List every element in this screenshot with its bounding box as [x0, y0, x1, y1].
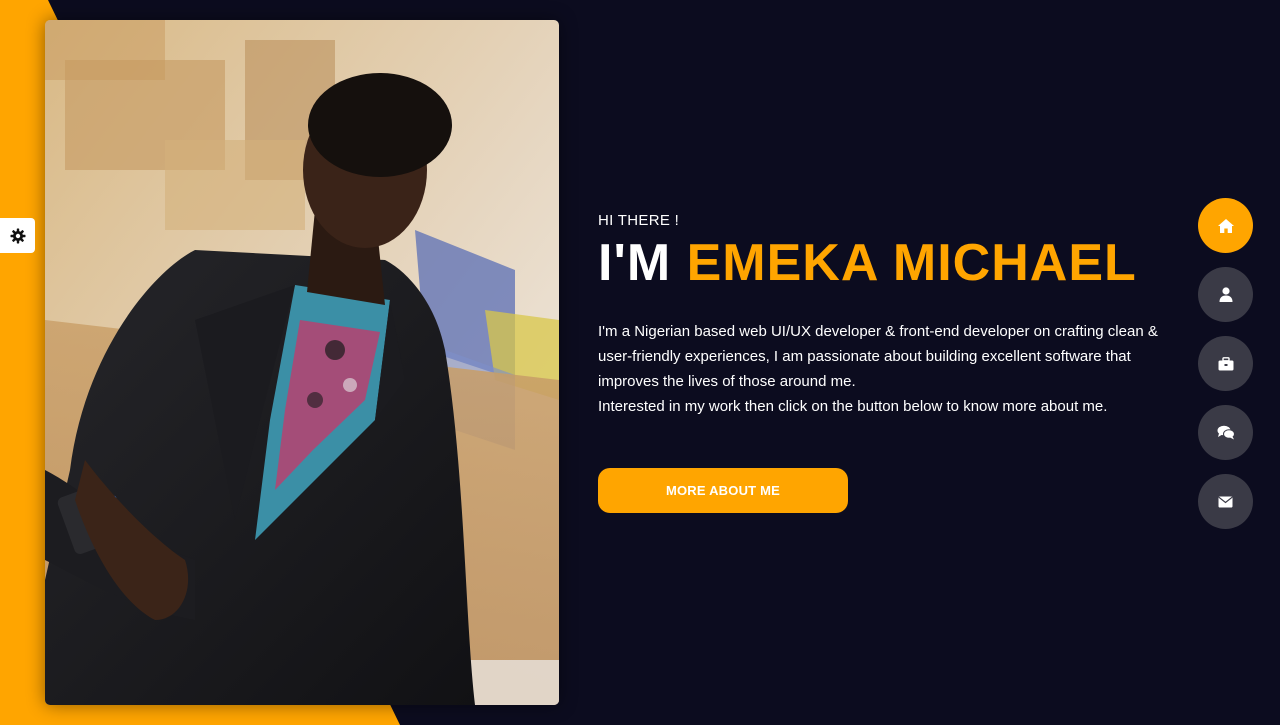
home-icon — [1217, 218, 1234, 233]
nav-about-button[interactable] — [1198, 267, 1253, 322]
hero-headline: I'M EMEKA MICHAEL — [598, 233, 1178, 293]
hero-section: HI THERE ! I'M EMEKA MICHAEL I'm a Niger… — [598, 212, 1178, 419]
bio-text: I'm a Nigerian based web UI/UX developer… — [598, 319, 1158, 419]
side-nav — [1198, 198, 1253, 543]
user-icon — [1219, 287, 1232, 302]
gear-icon — [10, 228, 25, 243]
headline-prefix: I'M — [598, 234, 672, 292]
nav-home-button[interactable] — [1198, 198, 1253, 253]
more-about-me-button[interactable]: MORE ABOUT ME — [598, 468, 848, 513]
briefcase-icon — [1218, 356, 1233, 370]
profile-photo — [45, 20, 559, 705]
headline-name: EMEKA MICHAEL — [686, 234, 1137, 292]
comments-icon — [1217, 425, 1235, 440]
bio-paragraph-1: I'm a Nigerian based web UI/UX developer… — [598, 323, 1158, 390]
greeting-text: HI THERE ! — [598, 212, 680, 229]
settings-toggle-button[interactable] — [0, 218, 35, 253]
nav-portfolio-button[interactable] — [1198, 336, 1253, 391]
nav-contact-button[interactable] — [1198, 474, 1253, 529]
nav-blog-button[interactable] — [1198, 405, 1253, 460]
bio-paragraph-2: Interested in my work then click on the … — [598, 398, 1108, 415]
page: HI THERE ! I'M EMEKA MICHAEL I'm a Niger… — [0, 0, 1280, 725]
envelope-icon — [1218, 496, 1233, 507]
